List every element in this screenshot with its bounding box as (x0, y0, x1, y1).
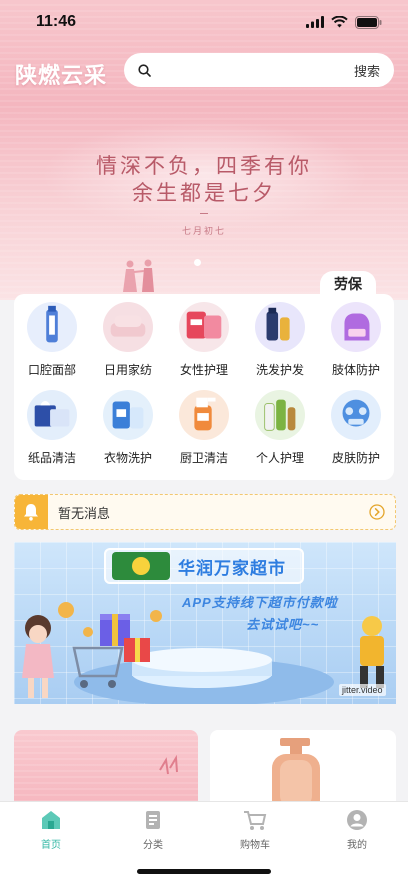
category-item[interactable]: 女性护理 (166, 302, 242, 378)
hero-banner[interactable]: 11:46 陕燃云采 搜索 情深不负，四季有你 余生都是七夕 七月初七 劳保 (0, 0, 408, 300)
promo-subheadline: 去试试吧~~ (246, 617, 320, 632)
brand-name: 华润万家超市 (178, 558, 286, 578)
search-icon (138, 63, 151, 77)
chevron-right-icon[interactable] (369, 504, 385, 520)
couple-illustration (123, 259, 154, 292)
profile-icon (345, 808, 369, 832)
promo-banner[interactable]: 华润万家超市 APP支持线下超市付款啦 去试试吧~~ jitter.video (14, 542, 396, 704)
category-item[interactable]: 洗发护发 (242, 302, 318, 378)
search-bar[interactable]: 搜索 (124, 53, 394, 87)
search-button[interactable]: 搜索 (354, 61, 380, 80)
banner-subheadline: 余生都是七夕 (132, 181, 276, 205)
category-icon (141, 808, 165, 832)
status-icons (306, 15, 382, 29)
category-item[interactable]: 肢体防护 (318, 302, 394, 378)
category-label: 个人护理 (255, 451, 304, 465)
category-item[interactable]: 皮肤防护 (318, 390, 394, 466)
category-grid: 口腔面部 日用家纺 女性护理 洗发护发 肢体防护纸品清洁 衣物洗护 厨卫清洁 个人护理 皮肤防护 (14, 302, 394, 466)
category-item[interactable]: 日用家纺 (90, 302, 166, 378)
category-label: 洗发护发 (255, 363, 304, 377)
category-label: 纸品清洁 (27, 451, 76, 465)
tab-label: 我的 (347, 840, 367, 851)
tab-home[interactable]: 首页 (0, 802, 102, 883)
app-logo: 陕燃云采 (15, 63, 108, 88)
category-label: 皮肤防护 (331, 451, 380, 465)
towel-icon (103, 302, 153, 352)
banner-caption: 七月初七 (181, 226, 226, 236)
mask-icon (331, 390, 381, 440)
carousel-indicator[interactable] (194, 259, 201, 266)
bell-icon (24, 504, 38, 521)
cart-icon (243, 808, 267, 832)
shampoo-bottle-image (272, 738, 320, 802)
category-item[interactable]: 个人护理 (242, 390, 318, 466)
notice-bar[interactable]: 暂无消息 (14, 494, 396, 530)
detergent-icon (103, 390, 153, 440)
category-item[interactable]: 口腔面部 (14, 302, 90, 378)
category-item[interactable]: 厨卫清洁 (166, 390, 242, 466)
status-bar: 11:46 (0, 0, 408, 44)
brand-logo-mark (132, 557, 150, 575)
product-card[interactable] (210, 730, 396, 802)
product-row (14, 730, 398, 802)
category-label: 日用家纺 (103, 363, 152, 377)
category-label: 厨卫清洁 (179, 451, 228, 465)
tab-label: 分类 (143, 840, 163, 851)
home-indicator (137, 869, 271, 874)
home-icon (39, 808, 63, 832)
category-label: 衣物洗护 (103, 451, 152, 465)
shampoo-icon (255, 302, 305, 352)
category-item[interactable]: 衣物洗护 (90, 390, 166, 466)
lotion-icon (255, 390, 305, 440)
promo-headline: APP支持线下超市付款啦 (182, 595, 338, 610)
category-item[interactable]: 纸品清洁 (14, 390, 90, 466)
notice-bell (15, 495, 48, 529)
toothpaste-icon (27, 302, 77, 352)
spray-bottle-icon (179, 390, 229, 440)
status-time: 11:46 (36, 13, 77, 30)
promo-title-box: 华润万家超市 (104, 548, 304, 584)
tab-profile[interactable]: 我的 (306, 802, 408, 883)
glove-icon (331, 302, 381, 352)
watermark: jitter.video (339, 684, 386, 696)
tab-label: 首页 (41, 840, 61, 851)
feminine-care-icon (179, 302, 229, 352)
tab-label: 购物车 (240, 840, 270, 851)
category-label: 肢体防护 (331, 363, 380, 377)
product-image (159, 754, 178, 775)
category-label: 口腔面部 (27, 363, 76, 377)
wifi-icon (331, 16, 348, 28)
banner-divider (200, 213, 208, 214)
category-panel: 口腔面部 日用家纺 女性护理 洗发护发 肢体防护纸品清洁 衣物洗护 厨卫清洁 个人护理 皮肤防护 (14, 294, 394, 480)
tissue-icon (27, 390, 77, 440)
product-card[interactable] (14, 730, 198, 802)
battery-icon (355, 15, 382, 29)
brand-logo (112, 552, 170, 580)
category-label: 女性护理 (179, 363, 228, 377)
signal-icon (306, 16, 324, 28)
notice-text: 暂无消息 (58, 505, 111, 521)
banner-headline: 情深不负，四季有你 (96, 154, 312, 178)
